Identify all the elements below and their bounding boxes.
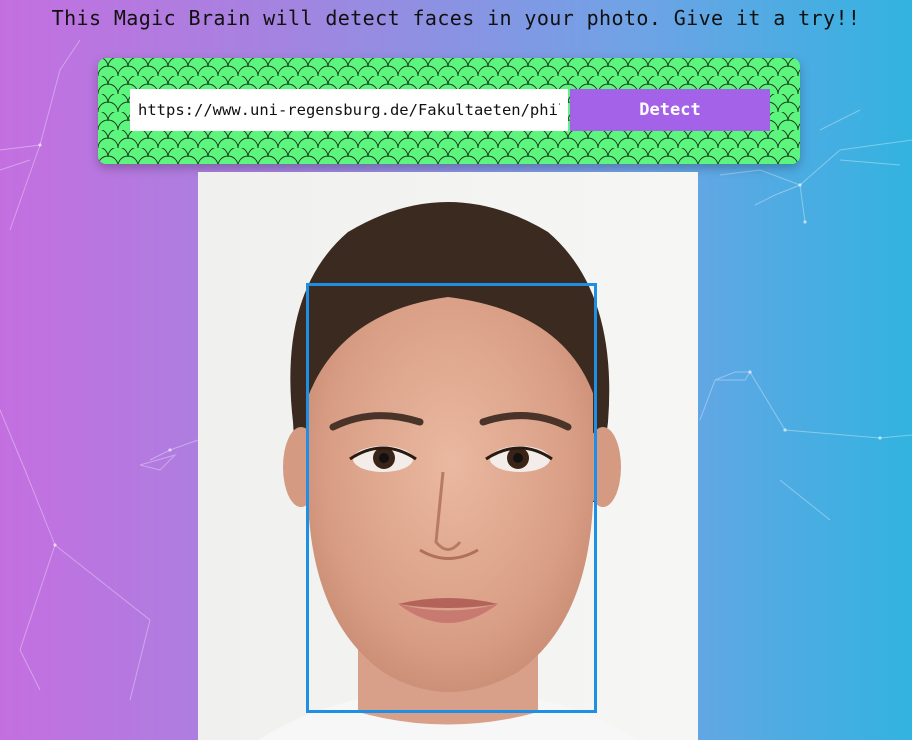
page-tagline: This Magic Brain will detect faces in yo…: [51, 6, 861, 30]
url-form-panel: Detect: [98, 58, 800, 164]
detected-face-bounding-box: [306, 283, 597, 713]
detect-button[interactable]: Detect: [570, 89, 770, 131]
image-url-input[interactable]: [130, 89, 568, 131]
